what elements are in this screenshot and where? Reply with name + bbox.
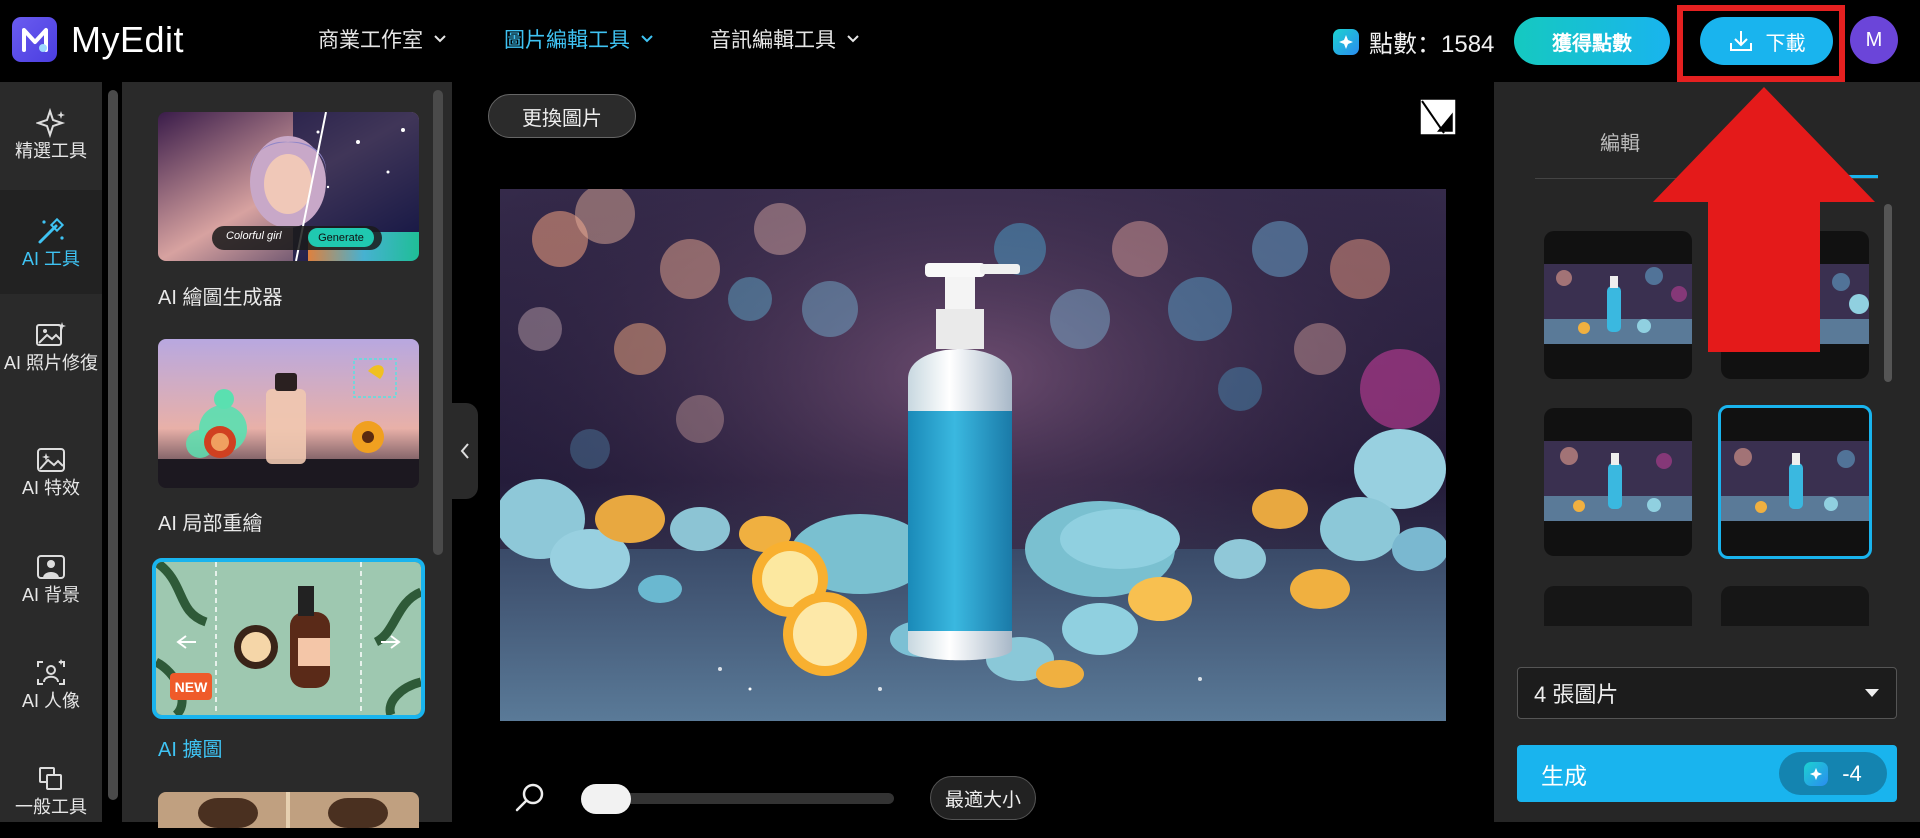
replace-image-button[interactable]: 更換圖片 <box>488 94 636 138</box>
chevron-left-icon <box>460 443 469 459</box>
rail-scrollbar[interactable] <box>108 90 118 800</box>
generate-cost-pill: -4 <box>1779 752 1887 795</box>
tool-label-ai-inpaint[interactable]: AI 局部重繪 <box>158 507 262 536</box>
rail-item-label: 一般工具 <box>15 797 87 817</box>
rail-item-portrait[interactable]: AI 人像 <box>0 658 102 711</box>
tool-card-more[interactable] <box>158 792 419 828</box>
zoom-icon[interactable] <box>514 782 546 814</box>
ai-inpaint-thumbnail <box>158 339 419 488</box>
effects-icon <box>37 448 65 472</box>
tool-thumbnail <box>158 792 419 828</box>
result-image <box>1721 441 1869 521</box>
fit-to-screen-button[interactable]: 最適大小 <box>930 776 1036 820</box>
photo-repair-icon <box>36 322 66 346</box>
gem-icon <box>1333 28 1359 55</box>
get-points-button[interactable]: 獲得點數 <box>1514 17 1670 65</box>
top-bar: MyEdit 商業工作室 圖片編輯工具 音訊編輯工具 點數：1584 獲得點數 … <box>0 0 1920 82</box>
rail-item-label: AI 照片修復 <box>3 353 98 373</box>
generate-button[interactable]: 生成 -4 <box>1517 745 1897 802</box>
compare-icon[interactable] <box>1418 97 1458 137</box>
chevron-down-icon <box>847 35 859 43</box>
bottom-strip <box>0 828 1920 838</box>
caret-down-icon <box>1865 689 1879 697</box>
new-badge: NEW <box>170 673 212 700</box>
red-arrow-annotation <box>1653 87 1875 352</box>
rail-item-label: AI 背景 <box>21 585 80 605</box>
product-photo <box>500 189 1446 721</box>
result-thumbnail-5[interactable] <box>1544 586 1692 626</box>
rail-item-label: AI 工具 <box>21 248 80 269</box>
avatar[interactable]: M <box>1850 16 1898 64</box>
zoom-slider-handle[interactable] <box>581 784 631 814</box>
layers-icon <box>39 767 62 790</box>
logo[interactable]: MyEdit <box>12 17 184 62</box>
result-thumbnail-6[interactable] <box>1721 586 1869 626</box>
nav-label: 商業工作室 <box>318 29 423 52</box>
card-generate-chip: Generate <box>308 228 374 247</box>
result-image <box>1544 441 1692 521</box>
main-image <box>500 189 1446 721</box>
tool-card-ai-expand[interactable]: NEW <box>152 558 425 719</box>
points-display: 點數：1584 <box>1333 24 1494 59</box>
results-scrollbar[interactable] <box>1884 204 1892 382</box>
tool-label-ai-expand[interactable]: AI 擴圖 <box>158 733 222 762</box>
tool-card-ai-inpaint[interactable] <box>158 339 419 488</box>
download-highlight-box <box>1677 5 1845 82</box>
tool-list-scrollbar[interactable] <box>433 90 443 555</box>
rail-item-background[interactable]: AI 背景 <box>0 552 102 605</box>
tool-label-ai-image-generator[interactable]: AI 繪圖生成器 <box>158 281 282 310</box>
app-name: MyEdit <box>71 18 185 60</box>
nav-image-tools[interactable]: 圖片編輯工具 <box>504 24 654 54</box>
result-thumbnail-4[interactable] <box>1718 405 1872 559</box>
card-caption: Colorful girl <box>226 230 282 242</box>
image-count-select[interactable]: 4 張圖片 <box>1517 667 1897 719</box>
magic-wand-icon <box>38 217 65 243</box>
chevron-down-icon <box>641 35 653 43</box>
generate-label: 生成 <box>1541 762 1587 789</box>
sparkles-icon <box>36 108 66 138</box>
chevron-down-icon <box>434 35 446 43</box>
portrait-icon <box>37 659 65 685</box>
nav-audio-tools[interactable]: 音訊編輯工具 <box>710 24 860 54</box>
rail-item-photo-repair[interactable]: AI 照片修復 <box>0 320 102 373</box>
result-thumbnail-3[interactable] <box>1544 408 1692 556</box>
tool-card-ai-image-generator[interactable]: Colorful girl Generate <box>158 112 419 261</box>
background-icon <box>37 555 65 579</box>
points-label: 點數：1584 <box>1369 31 1495 58</box>
rail-item-label: AI 人像 <box>21 691 80 711</box>
rail-item-effects[interactable]: AI 特效 <box>0 445 102 498</box>
rail-item-label: 精選工具 <box>15 141 87 161</box>
rail-item-ai-tools[interactable]: AI 工具 <box>0 190 102 294</box>
nav-label: 圖片編輯工具 <box>504 29 630 52</box>
image-count-value: 4 張圖片 <box>1534 682 1619 707</box>
generate-cost: -4 <box>1842 760 1862 786</box>
rail-item-label: AI 特效 <box>21 478 80 498</box>
myedit-logo-icon <box>12 17 57 62</box>
rail-item-featured[interactable]: 精選工具 <box>0 108 102 161</box>
collapse-panel-button[interactable] <box>452 403 478 499</box>
nav-label: 音訊編輯工具 <box>710 29 836 52</box>
nav-business-studio[interactable]: 商業工作室 <box>318 24 447 54</box>
tab-edit[interactable]: 編輯 <box>1600 127 1640 156</box>
rail-item-general-tools[interactable]: 一般工具 <box>0 764 102 817</box>
ai-generator-thumbnail <box>158 112 419 261</box>
gem-icon <box>1804 761 1829 786</box>
